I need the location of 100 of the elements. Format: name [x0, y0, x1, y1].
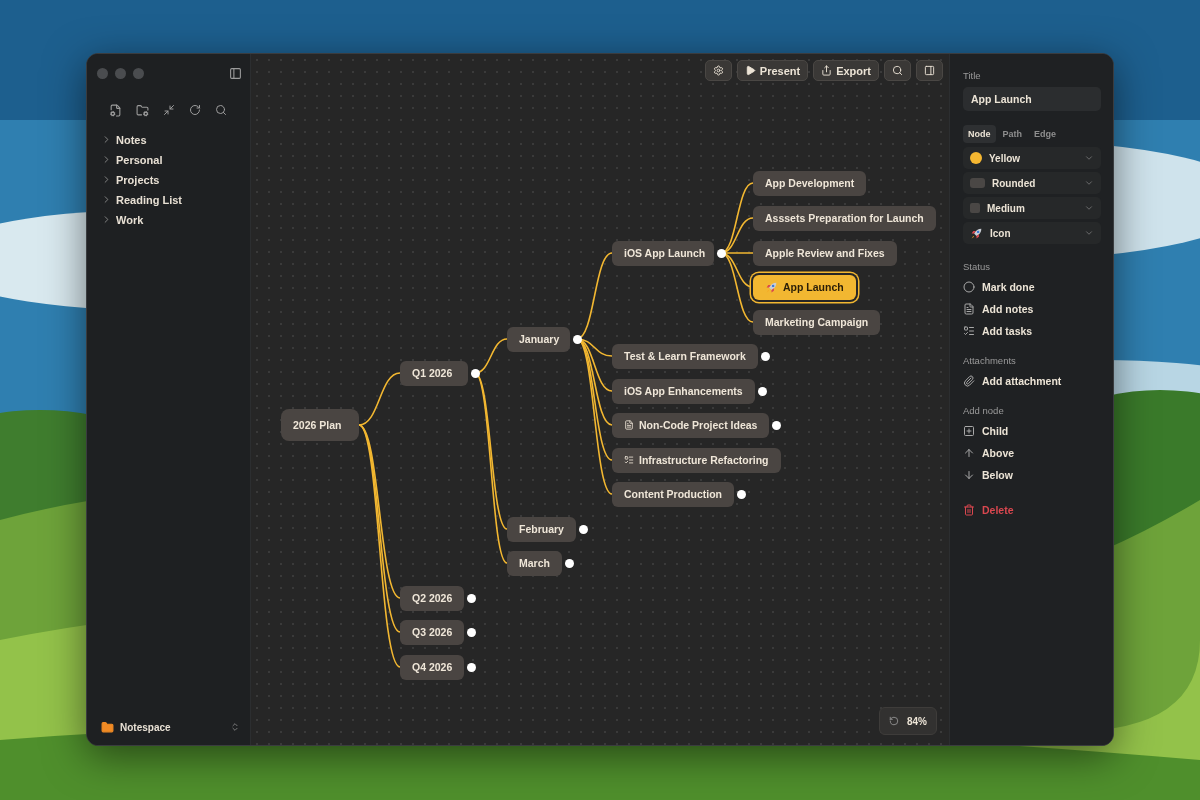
chevron-down-icon — [1084, 203, 1094, 213]
style-dropdown[interactable]: Rounded — [963, 172, 1101, 194]
folder-icon — [101, 720, 114, 734]
section-heading: Attachments — [963, 355, 1017, 366]
collapse-handle[interactable] — [717, 248, 726, 258]
collapse-handle[interactable] — [573, 334, 582, 344]
zoom-indicator[interactable]: 84% — [879, 707, 937, 735]
action-item[interactable]: Mark done — [963, 276, 1101, 297]
paperclip-icon — [963, 374, 975, 387]
mindmap-node[interactable]: Q1 2026 — [400, 360, 468, 386]
field-label: Title — [963, 70, 982, 81]
panel-toggle-button[interactable] — [916, 60, 943, 81]
mindmap-node[interactable]: March — [507, 550, 562, 576]
document-icon — [624, 420, 634, 430]
style-dropdown[interactable]: Icon — [963, 222, 1101, 244]
size-swatch — [970, 203, 980, 213]
item-label: Notes — [116, 133, 147, 146]
mindmap-node[interactable]: Marketing Campaign — [753, 309, 881, 335]
panel-icon — [924, 65, 935, 76]
present-button[interactable]: Present — [736, 60, 809, 81]
updown-icon[interactable] — [230, 722, 240, 732]
action-item[interactable]: Above — [963, 442, 1101, 463]
item-label: Personal — [116, 153, 163, 166]
mindmap-node[interactable]: 2026 Plan — [281, 409, 359, 441]
play-icon — [744, 65, 756, 76]
mindmap-node[interactable]: January — [507, 326, 570, 352]
mindmap-node[interactable]: App Development — [753, 170, 867, 196]
checklist-icon — [963, 324, 975, 337]
collapse-handle[interactable] — [760, 351, 770, 361]
item-label: Projects — [116, 173, 160, 186]
collapse-handle[interactable] — [564, 558, 574, 568]
collapse-handle[interactable] — [578, 524, 588, 534]
collapse-handle[interactable] — [471, 368, 480, 378]
arrow-up-icon — [963, 446, 975, 459]
action-item[interactable]: Child — [963, 420, 1101, 441]
shape-swatch — [970, 178, 985, 188]
mindmap-node[interactable]: Non-Code Project Ideas — [612, 412, 770, 438]
arrow-down-icon — [963, 468, 975, 481]
mindmap-node[interactable]: App Launch — [753, 274, 856, 300]
search-icon[interactable] — [215, 104, 227, 116]
reset-icon — [889, 716, 899, 726]
action-item[interactable]: Add tasks — [963, 320, 1101, 341]
action-item[interactable]: Add notes — [963, 298, 1101, 319]
item-label: Work — [116, 213, 144, 226]
mindmap-node[interactable]: Q3 2026 — [400, 619, 465, 645]
settings-button[interactable] — [704, 60, 732, 81]
collapse-icon[interactable] — [163, 104, 175, 116]
style-dropdown[interactable]: Yellow — [963, 147, 1101, 169]
settings-icon — [712, 65, 724, 76]
sidebar-toggle-icon[interactable] — [229, 66, 242, 80]
refresh-icon[interactable] — [189, 104, 201, 116]
collapse-handle[interactable] — [467, 627, 477, 637]
section-heading: Status — [963, 261, 991, 272]
mindmap-node[interactable]: Infrastructure Refactoring — [612, 447, 781, 473]
export-button[interactable]: Export — [813, 60, 879, 81]
circle-icon — [963, 280, 975, 293]
delete-action[interactable]: Delete — [963, 499, 1101, 520]
inspector-tab[interactable]: Edge — [1029, 125, 1062, 143]
sidebar-item[interactable]: Work — [101, 211, 250, 228]
mindmap-node[interactable]: Test & Learn Framework — [612, 343, 758, 369]
mindmap-node[interactable]: February — [507, 516, 576, 542]
checklist-icon — [624, 455, 634, 465]
rocket-icon — [765, 280, 778, 294]
mindmap-node[interactable]: iOS App Enhancements — [612, 378, 755, 404]
plus-square-icon — [963, 424, 975, 437]
sidebar-item[interactable]: Personal — [101, 151, 250, 168]
item-label: Reading List — [116, 193, 182, 206]
search-icon — [892, 65, 903, 76]
sidebar-item[interactable]: Reading List — [101, 191, 250, 208]
new-file-icon[interactable] — [109, 104, 122, 117]
action-item[interactable]: Below — [963, 464, 1101, 485]
inspector-tab[interactable]: Path — [997, 125, 1027, 143]
trash-icon — [963, 503, 975, 516]
chevron-down-icon — [1084, 153, 1094, 163]
search-button[interactable] — [884, 60, 911, 81]
mindmap-node[interactable]: Content Production — [612, 481, 734, 507]
title-field[interactable]: App Launch — [963, 87, 1101, 111]
collapse-handle[interactable] — [467, 662, 477, 672]
sidebar-item[interactable]: Notes — [101, 131, 250, 148]
new-folder-icon[interactable] — [136, 104, 149, 117]
chevron-down-icon — [1084, 228, 1094, 238]
style-dropdown[interactable]: Medium — [963, 197, 1101, 219]
sidebar-item[interactable]: Projects — [101, 171, 250, 188]
rocket-icon — [970, 226, 983, 240]
mindmap-node[interactable]: iOS App Launch — [612, 240, 714, 266]
collapse-handle[interactable] — [757, 386, 767, 396]
action-item[interactable]: Add attachment — [963, 370, 1101, 391]
collapse-handle[interactable] — [467, 593, 477, 603]
share-icon — [821, 65, 833, 76]
collapse-handle[interactable] — [772, 420, 782, 430]
chevron-down-icon — [1084, 178, 1094, 188]
mindmap-node[interactable]: Asssets Preparation for Launch — [753, 205, 936, 231]
document-icon — [963, 302, 975, 315]
inspector-tab[interactable]: Node — [963, 125, 996, 143]
mindmap-node[interactable]: Apple Review and Fixes — [753, 240, 897, 266]
collapse-handle[interactable] — [737, 489, 746, 499]
mindmap-node[interactable]: Q2 2026 — [400, 585, 465, 611]
workspace-name[interactable]: Notespace — [120, 721, 224, 733]
section-heading: Add node — [963, 405, 1005, 416]
mindmap-node[interactable]: Q4 2026 — [400, 654, 465, 680]
